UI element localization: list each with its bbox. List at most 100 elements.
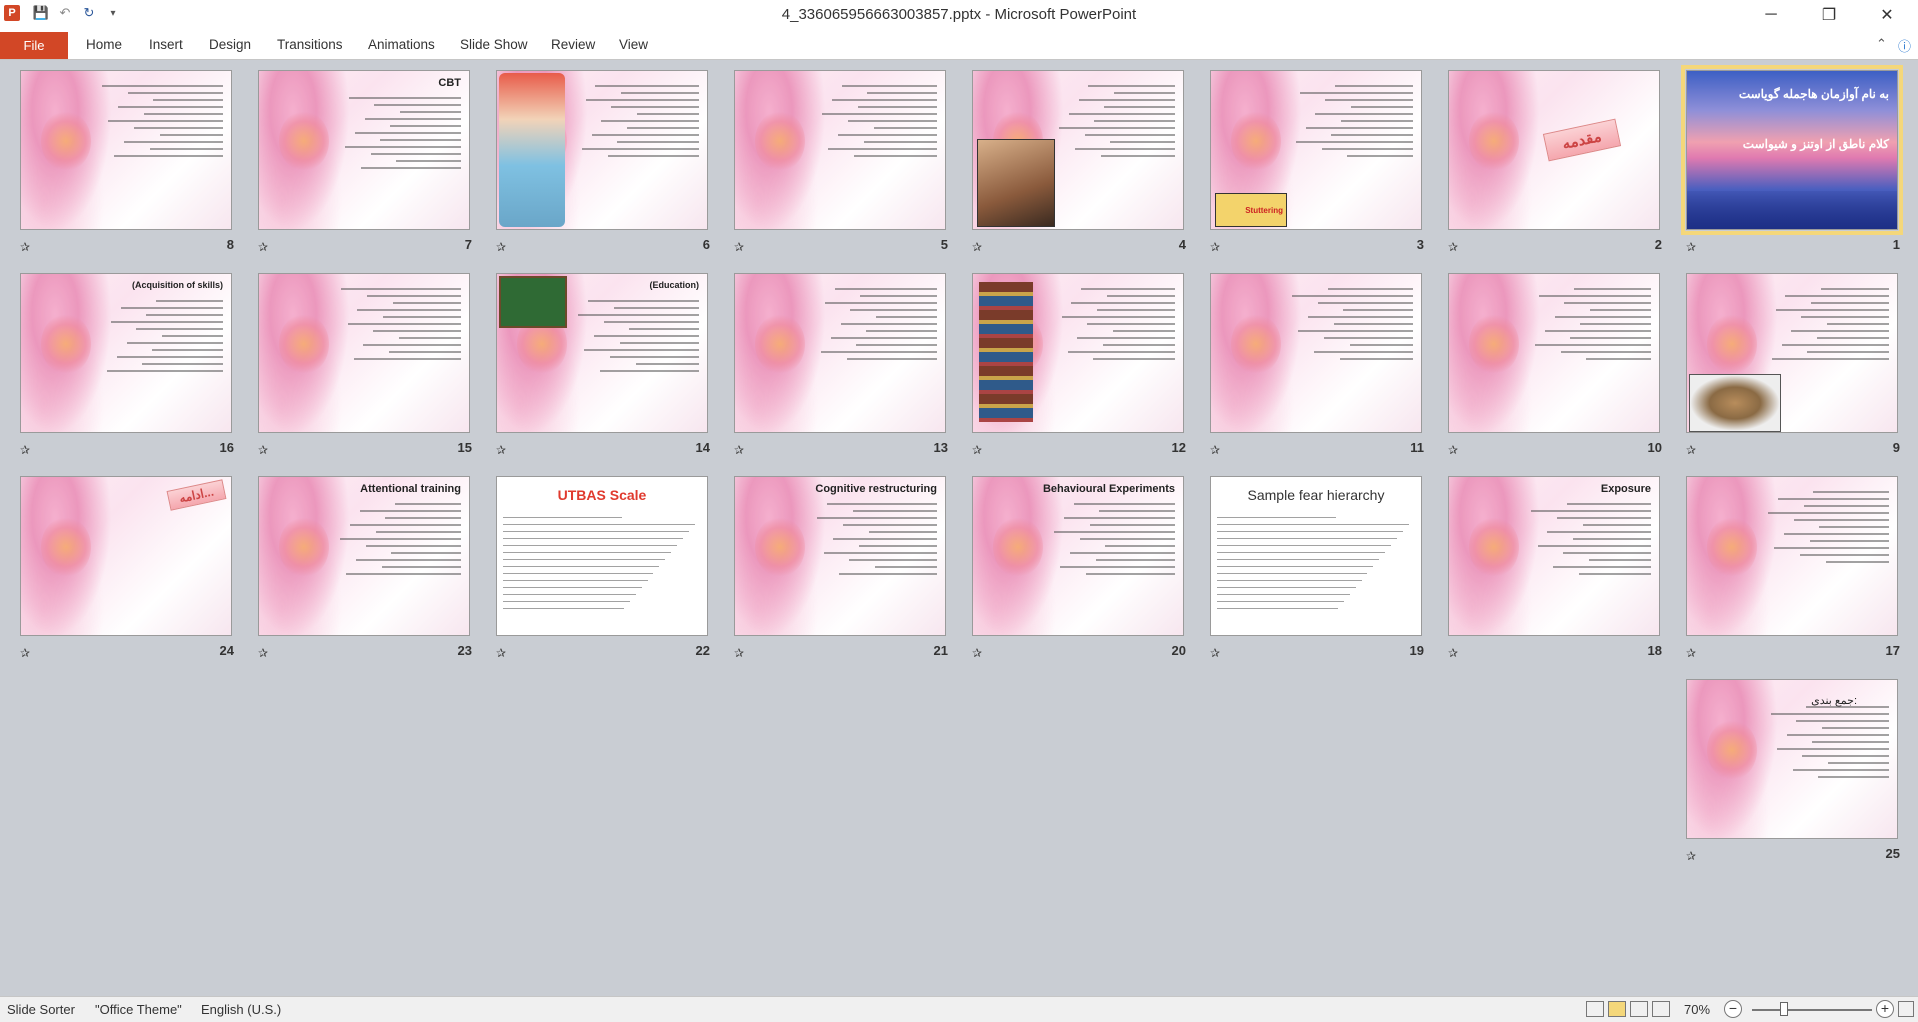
slide-number: 5: [940, 237, 948, 252]
slide-sorter-view-button[interactable]: [1608, 1001, 1626, 1017]
transition-star-icon[interactable]: ✰: [972, 240, 982, 254]
transition-star-icon[interactable]: ✰: [1210, 646, 1220, 660]
slide-thumbnail[interactable]: [972, 70, 1184, 230]
slide-thumbnail[interactable]: [1686, 476, 1898, 636]
slide-body-text: [1529, 288, 1651, 365]
zoom-slider[interactable]: [1752, 1009, 1872, 1011]
slide-title: به نام آوازمان هاجمله گویاست: [1738, 87, 1889, 101]
transition-star-icon[interactable]: ✰: [1686, 240, 1696, 254]
flower-decoration: [41, 314, 91, 374]
tab-transitions[interactable]: Transitions: [277, 37, 343, 52]
transition-star-icon[interactable]: ✰: [1448, 646, 1458, 660]
slide-title: (Education): [649, 280, 700, 290]
transition-star-icon[interactable]: ✰: [734, 443, 744, 457]
slide-number: 24: [219, 643, 234, 658]
tab-home[interactable]: Home: [86, 37, 122, 52]
slide-thumbnail[interactable]: جمع بندی:: [1686, 679, 1898, 839]
slide-thumbnail[interactable]: ادامه...: [20, 476, 232, 636]
slide-body-text: [1767, 288, 1889, 365]
slide-thumbnail[interactable]: [972, 273, 1184, 433]
slide-number: 16: [219, 440, 234, 455]
transition-star-icon[interactable]: ✰: [734, 646, 744, 660]
books-image: [979, 282, 1033, 422]
minimize-ribbon-icon[interactable]: ⌃: [1876, 36, 1887, 52]
zoom-slider-thumb[interactable]: [1780, 1002, 1788, 1016]
transition-star-icon[interactable]: ✰: [496, 443, 506, 457]
tab-review[interactable]: Review: [551, 37, 595, 52]
help-icon[interactable]: ⓘ: [1898, 36, 1911, 55]
slide-thumbnail[interactable]: (Acquisition of skills): [20, 273, 232, 433]
slide-thumbnail[interactable]: UTBAS Scale: [496, 476, 708, 636]
slide-thumbnail[interactable]: CBT: [258, 70, 470, 230]
slide-title: Sample fear hierarchy: [1247, 487, 1385, 503]
slide-title: Behavioural Experiments: [1042, 483, 1175, 495]
tab-view[interactable]: View: [619, 37, 648, 52]
slide-title: Cognitive restructuring: [815, 483, 937, 495]
slide-thumbnail[interactable]: Stuttering: [1210, 70, 1422, 230]
slide-thumbnail[interactable]: Behavioural Experiments: [972, 476, 1184, 636]
transition-star-icon[interactable]: ✰: [734, 240, 744, 254]
slide-thumbnail[interactable]: Exposure: [1448, 476, 1660, 636]
slide-number: 10: [1647, 440, 1662, 455]
transition-star-icon[interactable]: ✰: [1686, 849, 1696, 863]
tab-insert[interactable]: Insert: [149, 37, 183, 52]
slide-number: 18: [1647, 643, 1662, 658]
slide-title: ادامه...: [166, 479, 227, 511]
flower-decoration: [993, 517, 1043, 577]
tab-file[interactable]: File: [0, 32, 68, 59]
slide-body-text: [1053, 503, 1175, 580]
window-title: 4_336065956663003857.pptx - Microsoft Po…: [781, 6, 1137, 23]
slide-thumbnail[interactable]: [734, 70, 946, 230]
transition-star-icon[interactable]: ✰: [1686, 443, 1696, 457]
transition-star-icon[interactable]: ✰: [20, 240, 30, 254]
fit-to-window-button[interactable]: [1898, 1001, 1914, 1017]
zoom-out-button[interactable]: −: [1724, 1000, 1742, 1018]
slide-thumbnail[interactable]: [1686, 273, 1898, 433]
slide-thumbnail[interactable]: [1448, 273, 1660, 433]
slide-thumbnail[interactable]: (Education): [496, 273, 708, 433]
transition-star-icon[interactable]: ✰: [20, 443, 30, 457]
transition-star-icon[interactable]: ✰: [496, 240, 506, 254]
transition-star-icon[interactable]: ✰: [1210, 443, 1220, 457]
restore-button[interactable]: ❐: [1806, 0, 1852, 30]
transition-star-icon[interactable]: ✰: [1448, 240, 1458, 254]
slide-thumbnail[interactable]: به نام آوازمان هاجمله گویاست کلام ناطق از…: [1681, 65, 1903, 235]
slide-body-text: [577, 85, 699, 162]
tab-design[interactable]: Design: [209, 37, 251, 52]
slide-thumbnail[interactable]: [496, 70, 708, 230]
slide-number: 11: [1410, 440, 1424, 455]
flower-decoration: [1231, 314, 1281, 374]
slide-thumbnail[interactable]: [1210, 273, 1422, 433]
flower-decoration: [1469, 111, 1519, 171]
normal-view-button[interactable]: [1586, 1001, 1604, 1017]
transition-star-icon[interactable]: ✰: [20, 646, 30, 660]
transition-star-icon[interactable]: ✰: [258, 240, 268, 254]
tab-animations[interactable]: Animations: [368, 37, 435, 52]
transition-star-icon[interactable]: ✰: [1210, 240, 1220, 254]
tab-slide-show[interactable]: Slide Show: [460, 37, 528, 52]
transition-star-icon[interactable]: ✰: [1448, 443, 1458, 457]
flower-decoration: [41, 111, 91, 171]
slide-show-button[interactable]: [1652, 1001, 1670, 1017]
zoom-in-button[interactable]: +: [1876, 1000, 1894, 1018]
slide-thumbnail[interactable]: Sample fear hierarchy: [1210, 476, 1422, 636]
minimize-button[interactable]: ─: [1748, 0, 1794, 30]
slide-thumbnail[interactable]: [258, 273, 470, 433]
transition-star-icon[interactable]: ✰: [258, 646, 268, 660]
transition-star-icon[interactable]: ✰: [1686, 646, 1696, 660]
slide-thumbnail[interactable]: [20, 70, 232, 230]
slide-thumbnail[interactable]: Cognitive restructuring: [734, 476, 946, 636]
transition-star-icon[interactable]: ✰: [496, 646, 506, 660]
status-theme[interactable]: "Office Theme": [95, 1002, 182, 1017]
slide-number: 9: [1892, 440, 1900, 455]
transition-star-icon[interactable]: ✰: [972, 443, 982, 457]
transition-star-icon[interactable]: ✰: [258, 443, 268, 457]
slide-thumbnail[interactable]: Attentional training: [258, 476, 470, 636]
slide-thumbnail[interactable]: مقدمه: [1448, 70, 1660, 230]
zoom-level[interactable]: 70%: [1684, 1002, 1710, 1017]
reading-view-button[interactable]: [1630, 1001, 1648, 1017]
status-language[interactable]: English (U.S.): [201, 1002, 281, 1017]
slide-thumbnail[interactable]: [734, 273, 946, 433]
close-button[interactable]: ✕: [1864, 0, 1910, 30]
transition-star-icon[interactable]: ✰: [972, 646, 982, 660]
